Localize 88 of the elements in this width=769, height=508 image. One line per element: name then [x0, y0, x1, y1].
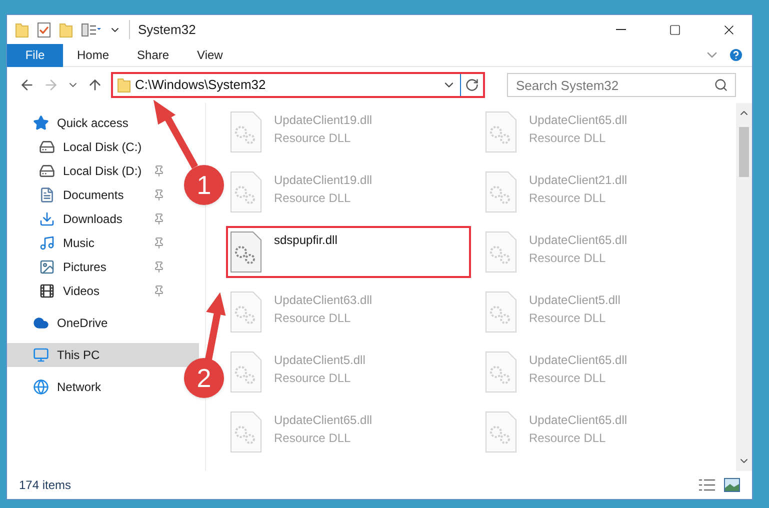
image-icon — [39, 259, 55, 275]
minimize-icon — [616, 29, 626, 30]
file-name: UpdateClient19.dll — [274, 172, 372, 189]
sidebar-item[interactable]: Network — [7, 375, 169, 399]
scrollbar-thumb[interactable] — [739, 127, 749, 177]
file-type: Resource DLL — [274, 310, 352, 327]
pin-icon[interactable] — [153, 237, 165, 249]
folder-icon — [15, 22, 29, 38]
ribbon-tab[interactable]: Share — [123, 44, 184, 66]
item-count: 174 items — [19, 477, 72, 494]
ribbon-tab[interactable]: Home — [63, 44, 124, 66]
file-icon — [230, 231, 262, 273]
sidebar-item[interactable]: This PC — [7, 343, 199, 367]
help-icon[interactable] — [728, 47, 744, 63]
window-title: System32 — [129, 20, 196, 40]
sidebar-item[interactable]: Local Disk (C:) — [7, 135, 169, 159]
file-name: UpdateClient5.dll — [529, 292, 620, 309]
details-view-icon[interactable] — [698, 478, 716, 492]
pin-icon[interactable] — [153, 261, 165, 273]
file-tab[interactable]: File — [7, 44, 63, 66]
pin-icon[interactable] — [153, 285, 165, 297]
document-icon — [39, 187, 55, 203]
file-type: Resource DLL — [274, 370, 352, 387]
folder-icon — [117, 77, 131, 93]
large-icons-view-icon[interactable] — [724, 478, 740, 492]
drive-icon — [39, 163, 55, 179]
pin-icon[interactable] — [153, 189, 165, 201]
sidebar-item[interactable]: Pictures — [7, 255, 169, 279]
file-name: UpdateClient65.dll — [529, 112, 628, 129]
search-field[interactable]: Search System32 — [507, 73, 736, 97]
music-note-icon — [39, 235, 55, 251]
sidebar-item[interactable]: OneDrive — [7, 311, 169, 335]
file-type: Resource DLL — [274, 430, 352, 447]
file-type: Resource DLL — [529, 430, 607, 447]
file-icon — [485, 171, 517, 213]
refresh-icon[interactable] — [465, 78, 479, 92]
new-folder-icon — [59, 22, 73, 38]
pin-icon[interactable] — [153, 213, 165, 225]
file-icon — [230, 291, 262, 333]
monitor-icon — [33, 347, 49, 363]
file-icon — [485, 351, 517, 393]
file-icon — [230, 171, 262, 213]
network-icon — [33, 379, 49, 395]
back-button[interactable] — [19, 77, 35, 93]
file-name: UpdateClient65.dll — [274, 412, 372, 429]
file-name: UpdateClient19.dll — [274, 112, 372, 129]
sidebar-item[interactable]: Downloads — [7, 207, 169, 231]
film-icon — [39, 283, 55, 299]
file-icon — [485, 231, 517, 273]
file-name: UpdateClient65.dll — [529, 232, 628, 249]
file-name: UpdateClient21.dll — [529, 172, 628, 189]
file-type: Resource DLL — [529, 250, 607, 267]
file-type: Resource DLL — [529, 370, 607, 387]
file-icon — [485, 411, 517, 453]
highlighted-file[interactable]: sdspupfir.dll — [226, 226, 471, 278]
sidebar-item[interactable]: Local Disk (D:) — [7, 159, 169, 183]
ribbon-tab[interactable]: View — [183, 44, 237, 66]
file-type: Resource DLL — [274, 190, 352, 207]
file-name: sdspupfir.dll — [274, 232, 338, 249]
pin-icon[interactable] — [153, 165, 165, 177]
file-type: Resource DLL — [274, 130, 352, 147]
up-button[interactable] — [87, 77, 103, 93]
sidebar-item[interactable]: Videos — [7, 279, 169, 303]
file-icon — [230, 351, 262, 393]
file-type: Resource DLL — [529, 130, 607, 147]
file-icon — [485, 111, 517, 153]
star-icon — [33, 115, 49, 131]
search-icon[interactable] — [714, 78, 728, 92]
file-type: Resource DLL — [529, 310, 607, 327]
file-name: UpdateClient63.dll — [274, 292, 372, 309]
sidebar-item[interactable]: Quick access — [7, 111, 169, 135]
cloud-icon — [33, 315, 49, 331]
maximize-icon — [669, 24, 681, 36]
checklist-icon[interactable] — [37, 22, 51, 38]
scrollbar[interactable] — [736, 103, 752, 471]
sidebar-item[interactable]: Documents — [7, 183, 169, 207]
file-icon — [230, 111, 262, 153]
file-type: Resource DLL — [529, 190, 607, 207]
file-name: UpdateClient65.dll — [529, 352, 628, 369]
file-icon — [230, 411, 262, 453]
address-bar[interactable]: C:\Windows\System32 — [111, 72, 485, 98]
file-icon — [485, 291, 517, 333]
drive-icon — [39, 139, 55, 155]
properties-icon[interactable] — [81, 22, 101, 36]
file-name: UpdateClient65.dll — [529, 412, 628, 429]
sidebar-item[interactable]: Music — [7, 231, 169, 255]
file-name: UpdateClient5.dll — [274, 352, 366, 369]
download-icon — [39, 211, 55, 227]
